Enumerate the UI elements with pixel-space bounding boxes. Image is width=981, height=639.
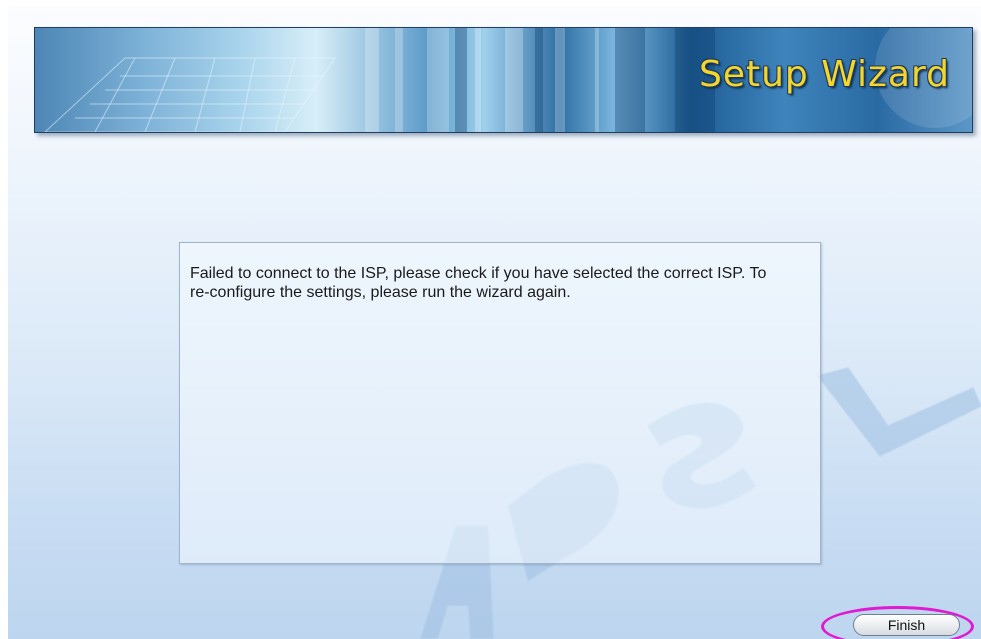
message-panel: Failed to connect to the ISP, please che… bbox=[179, 242, 821, 564]
setup-wizard-banner: Setup Wizard bbox=[34, 27, 973, 133]
finish-button[interactable]: Finish bbox=[853, 614, 960, 636]
setup-wizard-page: Setup Wizard Failed to connect to the IS… bbox=[8, 6, 981, 639]
error-message: Failed to connect to the ISP, please che… bbox=[190, 265, 767, 301]
finish-button-area: Finish bbox=[821, 606, 974, 639]
page-title: Setup Wizard bbox=[698, 54, 950, 95]
